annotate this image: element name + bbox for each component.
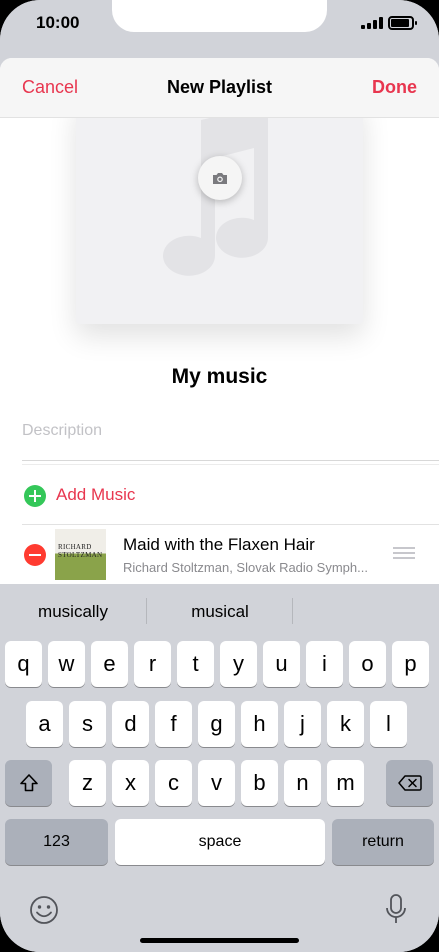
- keyboard: musically musical q w e r t y u i o p a …: [0, 584, 439, 952]
- backspace-icon: [397, 775, 422, 791]
- album-art-text: RICHARD STOLTZMAN: [58, 543, 103, 559]
- key-v[interactable]: v: [198, 760, 235, 806]
- home-indicator[interactable]: [140, 938, 299, 943]
- remove-song-icon[interactable]: [24, 544, 46, 566]
- battery-icon: [388, 16, 417, 30]
- signal-icon: [361, 17, 383, 29]
- key-a[interactable]: a: [26, 701, 63, 747]
- shift-icon: [19, 774, 38, 792]
- notch: [112, 0, 327, 32]
- key-t[interactable]: t: [177, 641, 214, 687]
- key-z[interactable]: z: [69, 760, 106, 806]
- song-artist: Richard Stoltzman, Slovak Radio Symph...: [123, 560, 368, 575]
- key-l[interactable]: l: [370, 701, 407, 747]
- done-button[interactable]: Done: [372, 77, 417, 98]
- key-e[interactable]: e: [91, 641, 128, 687]
- add-music-button[interactable]: Add Music: [0, 476, 439, 516]
- key-i[interactable]: i: [306, 641, 343, 687]
- key-d[interactable]: d: [112, 701, 149, 747]
- emoji-button[interactable]: [28, 894, 60, 926]
- suggestion-bar: musically musical: [0, 584, 439, 636]
- music-note-icon: [163, 104, 268, 276]
- numbers-key[interactable]: 123: [5, 819, 108, 865]
- key-k[interactable]: k: [327, 701, 364, 747]
- song-title: Maid with the Flaxen Hair: [123, 535, 315, 554]
- plus-circle-icon: [24, 485, 46, 507]
- divider: [22, 460, 439, 461]
- key-f[interactable]: f: [155, 701, 192, 747]
- shift-key[interactable]: [5, 760, 52, 806]
- status-bar: 10:00: [0, 0, 439, 58]
- key-w[interactable]: w: [48, 641, 85, 687]
- backspace-key[interactable]: [386, 760, 433, 806]
- suggestion-item[interactable]: musical: [147, 602, 293, 622]
- camera-icon: [213, 172, 227, 184]
- microphone-icon: [386, 894, 406, 923]
- playlist-name[interactable]: My music: [0, 365, 439, 389]
- key-q[interactable]: q: [5, 641, 42, 687]
- key-r[interactable]: r: [134, 641, 171, 687]
- key-y[interactable]: y: [220, 641, 257, 687]
- divider: [22, 464, 439, 465]
- key-h[interactable]: h: [241, 701, 278, 747]
- key-g[interactable]: g: [198, 701, 235, 747]
- key-m[interactable]: m: [327, 760, 364, 806]
- album-art: RICHARD STOLTZMAN: [55, 529, 106, 580]
- key-j[interactable]: j: [284, 701, 321, 747]
- song-row[interactable]: RICHARD STOLTZMAN Maid with the Flaxen H…: [0, 525, 439, 584]
- status-time: 10:00: [36, 13, 80, 32]
- nav-bar: Cancel New Playlist Done: [0, 58, 439, 118]
- camera-button[interactable]: [198, 156, 242, 200]
- dictation-button[interactable]: [384, 892, 408, 928]
- return-key[interactable]: return: [332, 819, 434, 865]
- description-field[interactable]: Description: [22, 422, 102, 440]
- key-s[interactable]: s: [69, 701, 106, 747]
- playlist-artwork[interactable]: [76, 98, 363, 324]
- phone-screen: 10:00 Cancel New Playlist Done My music …: [0, 0, 439, 952]
- emoji-icon: [30, 896, 58, 924]
- add-music-label: Add Music: [56, 485, 136, 504]
- new-playlist-sheet: Cancel New Playlist Done My music Descri…: [0, 58, 439, 584]
- key-u[interactable]: u: [263, 641, 300, 687]
- suggestion-item[interactable]: musically: [0, 602, 146, 622]
- space-key[interactable]: space: [115, 819, 325, 865]
- key-p[interactable]: p: [392, 641, 429, 687]
- key-n[interactable]: n: [284, 760, 321, 806]
- key-x[interactable]: x: [112, 760, 149, 806]
- key-o[interactable]: o: [349, 641, 386, 687]
- reorder-handle-icon[interactable]: [393, 547, 415, 559]
- key-b[interactable]: b: [241, 760, 278, 806]
- key-c[interactable]: c: [155, 760, 192, 806]
- divider: [292, 598, 293, 624]
